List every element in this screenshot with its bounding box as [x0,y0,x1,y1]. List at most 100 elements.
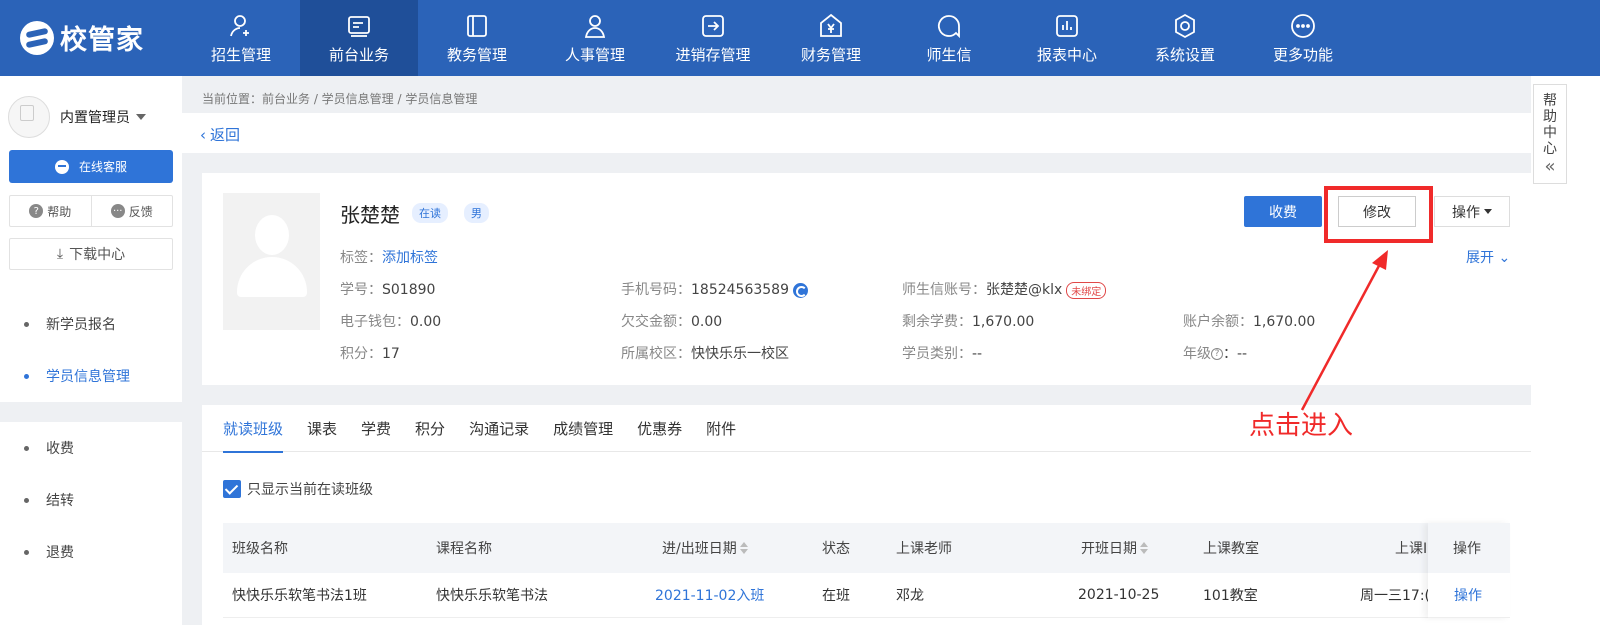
nav-item-academics[interactable]: 教务管理 [418,0,536,76]
breadcrumb-bar: 当前位置：前台业务 / 学员信息管理 / 学员信息管理 [182,76,1531,113]
online-service-button[interactable]: 在线客服 [9,150,173,183]
cell-course-name: 快快乐乐软笔书法 [436,588,548,604]
expand-link[interactable]: 展开 ⌄ [1466,247,1510,267]
help-button[interactable]: ? 帮助 [10,196,91,226]
feedback-label: 反馈 [128,204,153,219]
field-value: S01890 [382,282,436,298]
main-nav: 招生管理 前台业务 教务管理 人事管理 进销存管理 财务管理 师生信 报表中心 [182,0,1362,76]
sidebar-item-label: 学员信息管理 [46,369,130,385]
student-phone: 手机号码：18524563589 [621,279,808,299]
column-header: 状态 [822,541,850,557]
bullet-icon [24,497,29,503]
field-label: 电子钱包： [340,314,410,330]
student-id: 学号：S01890 [340,279,435,299]
desk-icon [345,12,373,40]
student-name: 张楚楚 [340,203,400,227]
download-label: 下载中心 [69,247,126,263]
user-add-icon [227,12,255,40]
nav-item-front-desk[interactable]: 前台业务 [300,0,418,76]
tab-grades[interactable]: 成绩管理 [553,405,613,452]
field-value: -- [972,346,983,362]
help-char: 中 [1543,125,1557,141]
checkbox[interactable] [223,480,241,498]
tab-tuition[interactable]: 学费 [361,405,391,452]
table-row: 快快乐乐软笔书法1班 快快乐乐软笔书法 2021-11-02入班 在班 邓龙 2… [223,573,1510,618]
user-name: 内置管理员 [60,110,130,126]
online-service-label: 在线客服 [78,160,127,174]
brand-logo[interactable]: 校管家 [20,18,144,57]
field-label: 学号： [340,282,382,298]
sidebar-item-label: 结转 [46,493,74,509]
student-points: 积分：17 [340,343,400,363]
nav-item-more[interactable]: 更多功能 [1244,0,1362,76]
student-grade: 年级? ：-- [1183,343,1247,363]
field-label: 所属校区： [621,346,691,362]
feedback-button[interactable]: ··· 反馈 [90,196,173,226]
tab-schedule[interactable]: 课表 [307,405,337,452]
chat-icon [935,12,963,40]
back-button[interactable]: ‹ 返回 [200,124,240,145]
nav-item-enrollment[interactable]: 招生管理 [182,0,300,76]
nav-item-reports[interactable]: 报表中心 [1008,0,1126,76]
phone-icon[interactable] [792,282,808,298]
nav-item-hr[interactable]: 人事管理 [536,0,654,76]
field-value: 1,670.00 [1253,314,1316,330]
nav-item-inventory[interactable]: 进销存管理 [654,0,772,76]
expand-label: 展开 [1466,250,1494,266]
cell-classroom: 101教室 [1203,588,1258,604]
sidebar-item-student-info[interactable]: 学员信息管理 [0,350,182,402]
field-value: 快快乐乐一校区 [691,346,789,362]
finance-icon [817,12,845,40]
nav-label: 财务管理 [800,45,861,64]
user-menu[interactable]: 内置管理员 [8,96,146,138]
tab-points[interactable]: 积分 [415,405,445,452]
nav-item-settings[interactable]: 系统设置 [1126,0,1244,76]
status-badge: 在读 [412,203,448,223]
help-center-tab[interactable]: 帮 助 中 心 « [1533,84,1567,184]
bullet-icon [24,321,29,327]
tab-coupons[interactable]: 优惠券 [637,405,682,452]
edit-highlight-box [1324,186,1433,243]
download-center-button[interactable]: ⤓ 下载中心 [9,238,173,270]
student-wallet: 电子钱包：0.00 [340,311,441,331]
operations-dropdown[interactable]: 操作 [1434,196,1510,227]
student-category: 学员类别：-- [902,343,982,363]
nav-item-messenger[interactable]: 师生信 [890,0,1008,76]
cell-class-date-link[interactable]: 2021-11-02入班 [655,573,764,617]
column-header-sortable[interactable]: 进/出班日期 [662,523,748,573]
charge-button[interactable]: 收费 [1244,196,1322,227]
tab-classes[interactable]: 就读班级 [223,405,284,453]
column-header: 上课老师 [896,541,952,557]
help-char: 心 [1543,141,1557,157]
bullet-icon [24,445,29,451]
column-header: 上课教室 [1203,541,1259,557]
question-icon[interactable]: ? [1211,348,1223,360]
table-header: 班级名称 课程名称 进/出班日期 状态 上课老师 开班日期 上课教室 上课I 操… [223,523,1510,573]
tag-row: 标签：添加标签 [340,247,438,267]
field-value: 17 [382,346,400,362]
student-account: 师生信账号：张楚楚@klx 未绑定 [902,279,1107,299]
cell-schedule: 周一三17:( [1360,588,1428,604]
chevron-left-icon: ‹ [200,125,206,144]
bullet-icon [24,549,29,555]
sidebar-item-new-enrollment[interactable]: 新学员报名 [0,298,182,350]
sidebar-item-refund[interactable]: 退费 [0,526,182,578]
nav-item-finance[interactable]: 财务管理 [772,0,890,76]
cell-class-name: 快快乐乐软笔书法1班 [232,588,367,604]
operations-label: 操作 [1452,204,1480,221]
column-header-label: 进/出班日期 [662,541,737,557]
current-class-filter[interactable]: 只显示当前在读班级 [223,479,373,499]
add-tag-link[interactable]: 添加标签 [382,250,438,266]
cell-start-date: 2021-10-25 [1078,587,1160,603]
field-label: 账户余额： [1183,314,1253,330]
field-label: 欠交金额： [621,314,691,330]
student-campus: 所属校区：快快乐乐一校区 [621,343,789,363]
class-table: 班级名称 课程名称 进/出班日期 状态 上课老师 开班日期 上课教室 上课I 操… [223,523,1510,618]
sidebar-item-charge[interactable]: 收费 [0,422,182,474]
column-header: 课程名称 [436,541,492,557]
sidebar-item-transfer[interactable]: 结转 [0,474,182,526]
tab-communication[interactable]: 沟通记录 [469,405,529,452]
divider [0,402,182,422]
column-header-sortable[interactable]: 开班日期 [1081,523,1148,573]
tab-attachments[interactable]: 附件 [706,405,736,452]
